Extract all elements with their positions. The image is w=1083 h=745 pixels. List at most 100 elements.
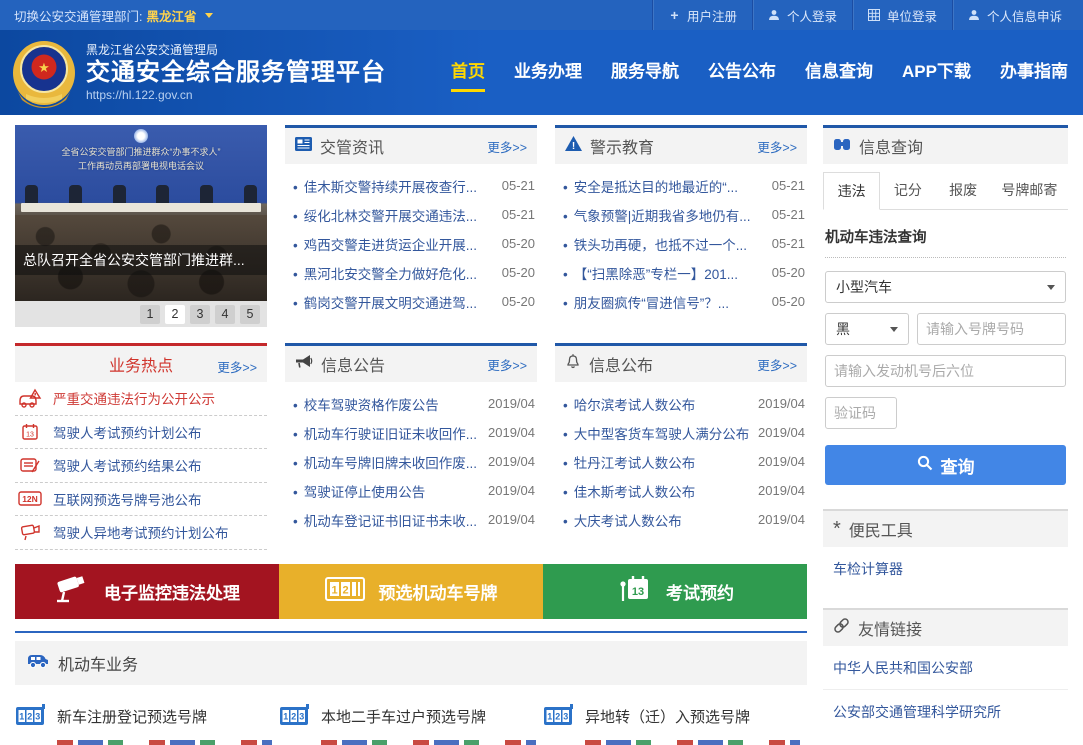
info-notice-section: 信息公告 更多>> 校车驾驶资格作废公告2019/04 机动车行驶证旧证未收回作… — [285, 343, 537, 550]
svg-text:3: 3 — [299, 711, 304, 721]
more-link[interactable]: 更多>> — [487, 137, 527, 156]
person-icon — [968, 9, 981, 22]
chevron-down-icon — [205, 13, 213, 18]
car-icon — [27, 652, 49, 673]
nav-info-query[interactable]: 信息查询 — [804, 51, 874, 94]
asterisk-icon: * — [833, 522, 841, 536]
tab-points[interactable]: 记分 — [880, 172, 935, 209]
nav-announcements[interactable]: 公告公布 — [707, 51, 777, 94]
clipped-links-strip — [57, 740, 272, 745]
tab-scrap[interactable]: 报废 — [935, 172, 990, 209]
conference-table — [21, 203, 261, 212]
emblem-icon — [134, 129, 148, 143]
carousel-page-4[interactable]: 4 — [215, 305, 235, 324]
hot-item-plate-pool[interactable]: 12N 互联网预选号牌号池公布 — [15, 483, 267, 517]
site-url: https://hl.122.gov.cn — [86, 88, 386, 103]
unit-login-link[interactable]: 单位登录 — [852, 0, 952, 30]
conference-figures — [25, 185, 257, 203]
plate-123-icon: 123 — [543, 703, 575, 731]
carousel-page-3[interactable]: 3 — [190, 305, 210, 324]
sidebar: 信息查询 违法 记分 报废 号牌邮寄 机动车违法查询 小型汽车 黑 — [823, 125, 1068, 745]
department-switcher[interactable]: 切换公安交通管理部门: 黑龙江省 — [14, 6, 213, 25]
svg-text:13: 13 — [26, 431, 34, 438]
convenience-tools-panel: * 便民工具 车检计算器 — [823, 509, 1068, 590]
clipped-links-strip — [585, 740, 800, 745]
nav-app-download[interactable]: APP下载 — [901, 51, 972, 94]
more-link[interactable]: 更多>> — [217, 357, 257, 376]
carousel-page-2[interactable]: 2 — [165, 305, 185, 324]
hot-item-violation-publicity[interactable]: 严重交通违法行为公开公示 — [15, 382, 267, 416]
hot-item-exam-plan[interactable]: 13 驾驶人考试预约计划公布 — [15, 416, 267, 450]
org-name: 黑龙江省公安交通管理局 — [86, 43, 386, 58]
vehicle-item-local-used-car-plate[interactable]: 123 本地二手车过户预选号牌 — [279, 703, 543, 745]
banner-plate-preselect[interactable]: 12 预选机动车号牌 — [279, 564, 543, 619]
friend-link-tmri[interactable]: 公安部交通管理科学研究所 — [823, 690, 1068, 733]
more-link[interactable]: 更多>> — [487, 355, 527, 374]
friendly-links-panel: 友情链接 中华人民共和国公安部 公安部交通管理科学研究所 — [823, 608, 1068, 733]
site-header: ★ 黑龙江省公安交通管理局 交通安全综合服务管理平台 https://hl.12… — [0, 30, 1083, 115]
svg-text:2: 2 — [555, 711, 560, 721]
svg-text:1: 1 — [547, 711, 552, 721]
nav-handbook[interactable]: 办事指南 — [999, 51, 1069, 94]
query-submit-button[interactable]: 查询 — [825, 445, 1066, 485]
news-item: 朋友圈疯传“冒进信号”？...05-20 — [557, 287, 805, 316]
nav-business[interactable]: 业务办理 — [513, 51, 583, 94]
news-item: 绥化北林交警开展交通违法...05-21 — [287, 200, 535, 229]
friend-link-mps[interactable]: 中华人民共和国公安部 — [823, 646, 1068, 690]
section-title: 业务热点 — [109, 352, 173, 376]
plate-number-input[interactable] — [917, 313, 1066, 345]
engine-number-input[interactable] — [825, 355, 1066, 387]
vehicle-type-select[interactable]: 小型汽车 — [825, 271, 1066, 303]
plate-123-icon: 123 — [15, 703, 47, 731]
banner-surveillance-violation[interactable]: 电子监控违法处理 — [15, 564, 279, 619]
news-item: 机动车登记证书旧证书未收...2019/04 — [287, 505, 535, 534]
news-item: 鸡西交警走进货运企业开展...05-20 — [287, 229, 535, 258]
vehicle-business-header: 机动车业务 — [15, 641, 807, 685]
carousel-pager: 1 2 3 4 5 — [15, 301, 267, 327]
news-item: 机动车行驶证旧证未收回作...2019/04 — [287, 418, 535, 447]
chevron-down-icon — [1047, 285, 1055, 290]
nav-home[interactable]: 首页 — [450, 51, 486, 94]
tab-violation[interactable]: 违法 — [823, 172, 880, 210]
section-title: 信息公告 — [321, 352, 385, 376]
bell-icon — [565, 353, 581, 375]
vehicle-item-transfer-in-plate[interactable]: 123 异地转（迁）入预选号牌 — [543, 703, 807, 745]
captcha-input[interactable] — [825, 397, 897, 429]
register-link[interactable]: + 用户注册 — [652, 0, 752, 30]
carousel-page-1[interactable]: 1 — [140, 305, 160, 324]
magnifier-icon — [917, 455, 933, 476]
svg-text:2: 2 — [27, 711, 32, 721]
appeal-link[interactable]: 个人信息申诉 — [952, 0, 1077, 30]
svg-text:13: 13 — [632, 586, 644, 598]
person-icon — [768, 9, 781, 22]
province-select[interactable]: 黑 — [825, 313, 909, 345]
svg-text:1: 1 — [19, 711, 24, 721]
business-hotspots-section: 业务热点 更多>> 严重交通违法行为公开公示 13 驾驶人考试预约计划公布 驾驶… — [15, 343, 267, 550]
info-query-panel: 信息查询 违法 记分 报废 号牌邮寄 机动车违法查询 小型汽车 黑 — [823, 125, 1068, 491]
warning-triangle-icon: ! — [565, 136, 582, 156]
tool-vehicle-inspection-calculator[interactable]: 车检计算器 — [823, 547, 1068, 590]
news-item: 佳木斯考试人数公布2019/04 — [557, 476, 805, 505]
more-link[interactable]: 更多>> — [757, 355, 797, 374]
section-title: 交管资讯 — [320, 134, 384, 158]
svg-text:3: 3 — [35, 711, 40, 721]
svg-text:1: 1 — [283, 711, 288, 721]
vehicle-item-new-car-plate[interactable]: 123 新车注册登记预选号牌 — [15, 703, 279, 745]
news-item: 气象预警|近期我省多地仍有...05-21 — [557, 200, 805, 229]
more-link[interactable]: 更多>> — [757, 137, 797, 156]
police-badge-logo: ★ — [12, 38, 76, 108]
banner-exam-booking[interactable]: 13 考试预约 — [543, 564, 807, 619]
section-divider — [15, 631, 807, 633]
news-item: 校车驾驶资格作废公告2019/04 — [287, 389, 535, 418]
nav-service-guide[interactable]: 服务导航 — [610, 51, 680, 94]
carousel-page-5[interactable]: 5 — [240, 305, 260, 324]
carousel-image[interactable]: 全省公安交管部门推进群众“办事不求人” 工作再动员再部署电视电话会议 总队召开全… — [15, 125, 267, 301]
hot-item-exam-results[interactable]: 驾驶人考试预约结果公布 — [15, 449, 267, 483]
main-nav: 首页 业务办理 服务导航 公告公布 信息查询 APP下载 办事指南 — [450, 51, 1069, 94]
unit-login-label: 单位登录 — [887, 6, 937, 25]
calendar-pencil-icon — [17, 455, 43, 475]
hot-item-remote-exam-plan[interactable]: 驾驶人异地考试预约计划公布 — [15, 516, 267, 550]
topbar-links: + 用户注册 个人登录 单位登录 个人信息申诉 — [652, 0, 1077, 30]
personal-login-link[interactable]: 个人登录 — [752, 0, 852, 30]
tab-plate-mail[interactable]: 号牌邮寄 — [991, 172, 1068, 209]
